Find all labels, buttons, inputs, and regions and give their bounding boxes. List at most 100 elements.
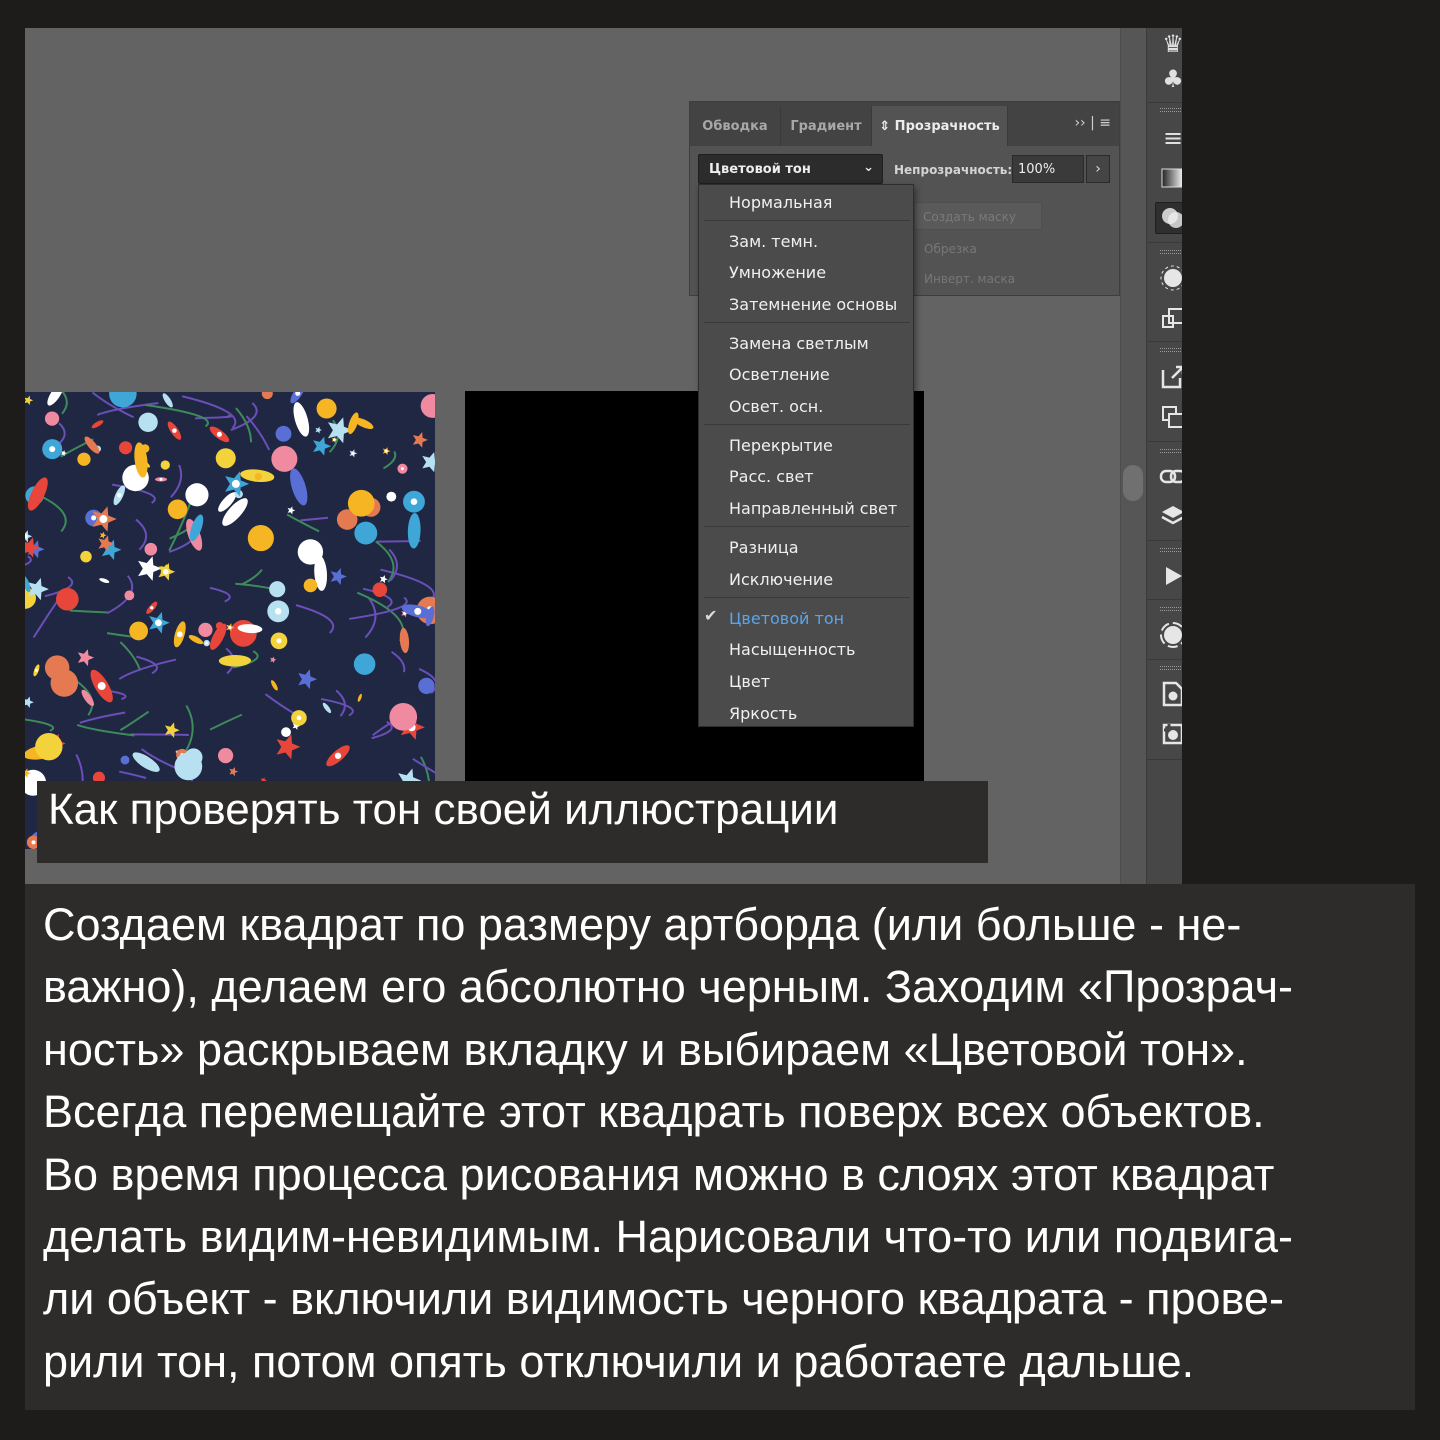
artboards-icon[interactable] xyxy=(1155,401,1182,433)
pattern-stem xyxy=(170,464,183,498)
document-info-icon[interactable] xyxy=(1155,678,1182,710)
pattern-flower xyxy=(316,398,337,419)
transparency-icon[interactable] xyxy=(1155,202,1182,234)
pattern-flower-center xyxy=(116,492,122,498)
pattern-flower-center xyxy=(216,431,222,437)
menu-item-color-burn[interactable]: Затемнение основы xyxy=(729,292,897,316)
pattern-flower xyxy=(407,512,421,549)
links-icon[interactable] xyxy=(1155,461,1182,493)
pattern-stem xyxy=(382,451,397,470)
pattern-flower-center xyxy=(91,515,97,521)
menu-item-difference[interactable]: Разница xyxy=(729,535,799,559)
pattern-flower xyxy=(167,499,188,520)
pattern-stem xyxy=(118,658,177,680)
asset-export-icon[interactable] xyxy=(1155,718,1182,750)
pattern-flower-center xyxy=(205,641,209,645)
pattern-flower xyxy=(418,677,435,695)
tab-gradient[interactable]: Градиент xyxy=(781,106,872,146)
menu-item-screen[interactable]: Осветление xyxy=(729,362,830,386)
layers-icon[interactable] xyxy=(1155,500,1182,532)
appearance-icon[interactable] xyxy=(1155,262,1182,294)
pattern-stem xyxy=(391,650,406,673)
instruction-line: ли объект - включили видимость черного к… xyxy=(43,1273,1284,1325)
pattern-flower xyxy=(138,556,162,581)
menu-item-color[interactable]: Цвет xyxy=(729,669,770,693)
pattern-flower xyxy=(138,412,158,432)
actions-icon[interactable] xyxy=(1155,560,1182,592)
pattern-stem xyxy=(41,496,67,533)
pattern-flower xyxy=(120,755,130,765)
menu-item-overlay[interactable]: Перекрытие xyxy=(729,433,833,457)
clip-checkbox-label[interactable]: Обрезка xyxy=(924,242,977,256)
pattern-flower-center xyxy=(150,606,154,610)
pattern-flower xyxy=(77,649,95,667)
menu-item-color-dodge[interactable]: Освет. осн. xyxy=(729,394,823,418)
menu-item-saturation[interactable]: Насыщенность xyxy=(729,637,855,661)
invert-mask-checkbox-label[interactable]: Инверт. маска xyxy=(924,272,1015,286)
blend-mode-dropdown: Нормальная Зам. темн. Умножение Затемнен… xyxy=(698,184,914,727)
create-mask-button[interactable]: Создать маску xyxy=(914,202,1042,230)
pattern-flower-center xyxy=(97,682,106,691)
pattern-flower xyxy=(162,393,173,408)
menu-item-hard-light[interactable]: Направленный свет xyxy=(729,496,897,520)
tab-stroke[interactable]: Обводка xyxy=(690,106,781,146)
page-title: Как проверять тон своей иллюстрации xyxy=(48,785,839,834)
pattern-flower-center xyxy=(172,428,177,433)
opacity-arrow-icon[interactable]: › xyxy=(1086,155,1110,183)
menu-item-multiply[interactable]: Умножение xyxy=(729,260,826,284)
pattern-stem xyxy=(380,568,435,602)
pattern-flower-center xyxy=(410,498,418,505)
menu-item-luminosity[interactable]: Яркость xyxy=(729,701,797,725)
menu-item-darken[interactable]: Зам. темн. xyxy=(729,229,818,253)
menu-item-normal[interactable]: Нормальная xyxy=(729,190,832,214)
pattern-flower xyxy=(322,702,332,714)
pattern-flower-center xyxy=(49,446,56,453)
pattern-flower xyxy=(119,441,133,455)
pattern-flower xyxy=(412,432,428,448)
menu-item-soft-light[interactable]: Расс. свет xyxy=(729,464,814,488)
pattern-flower-center xyxy=(284,730,288,734)
pattern-flower xyxy=(229,767,239,777)
pattern-flower-center xyxy=(99,515,108,524)
pattern-flower-center xyxy=(231,508,239,516)
pattern-flower-center xyxy=(389,495,393,499)
pattern-flower-center xyxy=(334,752,342,759)
opacity-label: Непрозрачность: xyxy=(894,163,1013,177)
pattern-flower-center xyxy=(400,467,404,471)
blend-mode-select[interactable]: Цветовой тон ⌄ xyxy=(698,154,883,184)
pattern-flower-center xyxy=(159,477,163,481)
menu-item-lighten[interactable]: Замена светлым xyxy=(729,331,869,355)
pattern-flower xyxy=(229,619,257,647)
club-icon[interactable]: ♣ xyxy=(1155,63,1182,95)
pattern-flower xyxy=(50,669,79,697)
gradient-icon[interactable] xyxy=(1155,162,1182,194)
pattern-flower xyxy=(270,656,277,663)
pattern-flower-center xyxy=(306,548,315,556)
graphic-styles-icon[interactable] xyxy=(1155,302,1182,334)
pattern-stem xyxy=(25,555,32,566)
pattern-flower-center xyxy=(296,715,302,721)
opacity-input[interactable]: 100% xyxy=(1012,155,1084,183)
libraries-icon[interactable] xyxy=(1155,619,1182,651)
pattern-flower xyxy=(303,578,318,593)
pattern-flower-center xyxy=(34,668,38,672)
panel-menu-controls[interactable]: ›› | ≡ xyxy=(1074,115,1111,131)
pattern-flower xyxy=(174,752,203,781)
pattern-flower xyxy=(422,452,435,473)
pattern-flower xyxy=(354,521,378,545)
pattern-flower-center xyxy=(131,473,140,482)
pattern-stem xyxy=(135,518,148,551)
pattern-flower-center xyxy=(414,607,422,615)
menu-item-exclusion[interactable]: Исключение xyxy=(729,567,833,591)
tab-transparency[interactable]: ⇕ Прозрачность xyxy=(872,106,1008,146)
pattern-flower xyxy=(109,392,137,408)
pattern-flower xyxy=(44,411,60,426)
export-icon[interactable] xyxy=(1155,361,1182,393)
pattern-flower xyxy=(77,452,91,466)
pawn-icon[interactable]: ♛ xyxy=(1155,28,1182,60)
pattern-flower xyxy=(160,460,170,470)
scrollbar-thumb[interactable] xyxy=(1123,465,1143,501)
stroke-icon[interactable]: ≡ xyxy=(1155,122,1182,154)
pattern-flower-center xyxy=(384,449,388,453)
menu-item-hue[interactable]: Цветовой тон xyxy=(729,606,844,630)
